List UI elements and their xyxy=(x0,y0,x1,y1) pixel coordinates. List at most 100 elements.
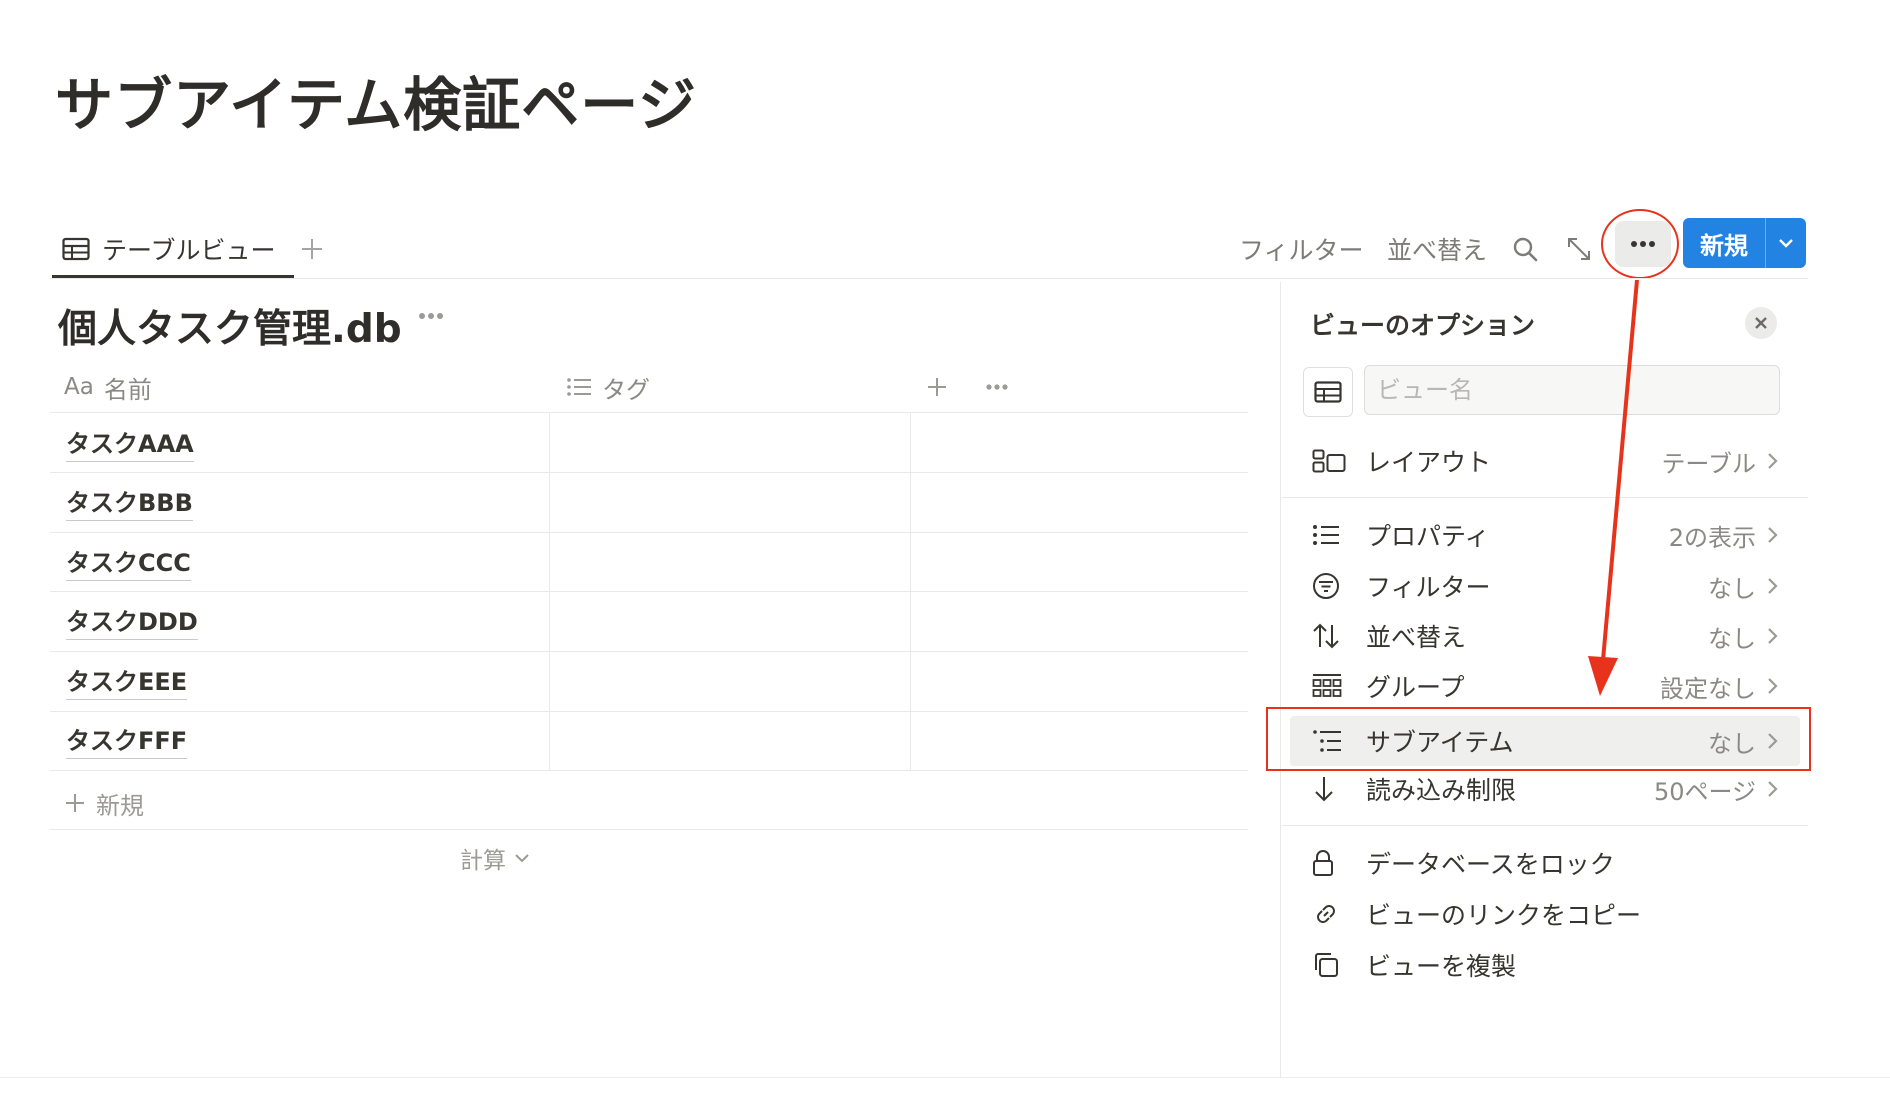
chevron-right-icon xyxy=(1766,452,1782,470)
column-label: 名前 xyxy=(103,375,152,404)
duplicate-view-action[interactable]: ビューを複製 xyxy=(1290,940,1800,990)
bottom-divider xyxy=(0,1077,1890,1078)
chevron-right-icon xyxy=(1766,677,1782,695)
calculate-button[interactable]: 計算 xyxy=(460,836,530,880)
group-icon xyxy=(1312,673,1352,699)
action-label: ビューを複製 xyxy=(1366,952,1517,981)
new-button-label: 新規 xyxy=(1700,231,1748,260)
option-label: 並べ替え xyxy=(1366,623,1467,652)
option-label: 読み込み制限 xyxy=(1366,776,1517,805)
row-divider xyxy=(50,591,1248,592)
option-value: テーブル xyxy=(1661,449,1756,478)
chevron-right-icon xyxy=(1766,526,1782,544)
chevron-down-icon xyxy=(514,853,530,863)
search-icon xyxy=(1512,236,1538,262)
calc-label: 計算 xyxy=(460,848,506,874)
add-view-button[interactable] xyxy=(300,222,324,276)
option-value: なし xyxy=(1708,624,1756,653)
table-icon xyxy=(62,237,90,261)
column-label: タグ xyxy=(602,375,650,404)
layout-icon xyxy=(1312,449,1352,473)
database-more-button[interactable] xyxy=(418,312,444,320)
option-label: プロパティ xyxy=(1366,522,1490,551)
new-dropdown-button[interactable] xyxy=(1765,218,1806,268)
sort-option[interactable]: 並べ替え なし xyxy=(1290,611,1800,661)
panel-title: ビューのオプション xyxy=(1310,311,1536,340)
option-value: 50ページ xyxy=(1653,777,1756,806)
toolbar-divider xyxy=(50,278,1808,279)
chevron-right-icon xyxy=(1766,780,1782,798)
properties-option[interactable]: プロパティ 2の表示 xyxy=(1290,510,1800,560)
action-label: ビューのリンクをコピー xyxy=(1366,901,1642,930)
list-icon xyxy=(566,376,592,398)
database-title[interactable]: 個人タスク管理.db xyxy=(58,298,402,354)
row-divider xyxy=(50,472,1248,473)
new-button[interactable]: 新規 xyxy=(1683,218,1806,268)
filter-button[interactable]: フィルター xyxy=(1239,222,1364,276)
filter-icon xyxy=(1312,572,1352,600)
panel-divider xyxy=(1282,497,1808,498)
load-limit-option[interactable]: 読み込み制限 50ページ xyxy=(1290,764,1800,814)
table-icon xyxy=(1314,381,1342,403)
row-name-cell[interactable]: タスクEEE xyxy=(66,662,188,700)
tab-table-view[interactable]: テーブルビュー xyxy=(62,222,276,276)
properties-icon xyxy=(1312,524,1352,546)
column-divider xyxy=(910,412,911,770)
close-panel-button[interactable] xyxy=(1745,307,1777,339)
table-row[interactable]: タスクEEE xyxy=(66,652,188,710)
annotation-circle xyxy=(1601,209,1679,279)
layout-option[interactable]: レイアウト テーブル xyxy=(1290,436,1800,486)
panel-divider xyxy=(1282,825,1808,826)
row-name-cell[interactable]: タスクDDD xyxy=(66,602,198,640)
expand-button[interactable] xyxy=(1566,222,1592,276)
text-type-icon: Aa xyxy=(64,374,94,400)
option-label: フィルター xyxy=(1366,573,1491,602)
row-name-cell[interactable]: タスクAAA xyxy=(66,424,194,462)
add-row-button[interactable]: 新規 xyxy=(64,776,144,830)
row-name-cell[interactable]: タスクBBB xyxy=(66,483,193,521)
chevron-right-icon xyxy=(1766,577,1782,595)
view-name-input[interactable] xyxy=(1364,365,1780,415)
table-row[interactable]: タスクBBB xyxy=(66,473,193,531)
group-option[interactable]: グループ 設定なし xyxy=(1290,661,1800,711)
column-header-name[interactable]: Aa 名前 xyxy=(64,362,152,412)
page-title: サブアイテム検証ページ xyxy=(55,71,698,139)
copy-view-link-action[interactable]: ビューのリンクをコピー xyxy=(1290,889,1800,939)
table-row[interactable]: タスクFFF xyxy=(66,711,188,769)
sort-button[interactable]: 並べ替え xyxy=(1387,222,1487,276)
table-header-border xyxy=(50,412,1248,413)
action-label: データベースをロック xyxy=(1366,850,1615,879)
option-value: 設定なし xyxy=(1660,674,1756,703)
chevron-down-icon xyxy=(1778,238,1794,248)
link-icon xyxy=(1312,900,1352,928)
expand-icon xyxy=(1566,236,1592,262)
column-more-button[interactable] xyxy=(985,362,1009,412)
column-header-tag[interactable]: タグ xyxy=(566,362,650,412)
option-value: 2の表示 xyxy=(1668,523,1756,552)
chevron-right-icon xyxy=(1766,627,1782,645)
annotation-highlight-box xyxy=(1266,707,1811,771)
row-divider xyxy=(50,651,1248,652)
row-name-cell[interactable]: タスクCCC xyxy=(66,543,191,581)
plus-icon xyxy=(64,792,86,814)
filter-option[interactable]: フィルター なし xyxy=(1290,561,1800,611)
row-divider xyxy=(50,770,1248,771)
lock-database-action[interactable]: データベースをロック xyxy=(1290,838,1800,888)
load-limit-icon xyxy=(1312,775,1352,803)
lock-icon xyxy=(1312,849,1352,877)
more-horizontal-icon xyxy=(418,312,444,320)
row-name-cell[interactable]: タスクFFF xyxy=(66,721,188,759)
sort-icon xyxy=(1312,623,1352,649)
view-icon-button[interactable] xyxy=(1303,367,1353,417)
search-button[interactable] xyxy=(1512,222,1538,276)
option-label: レイアウト xyxy=(1366,448,1492,477)
add-property-button[interactable] xyxy=(926,362,948,412)
option-label: グループ xyxy=(1366,673,1465,702)
table-row[interactable]: タスクDDD xyxy=(66,592,198,650)
table-row[interactable]: タスクAAA xyxy=(66,414,194,472)
add-row-label: 新規 xyxy=(96,791,144,820)
table-row[interactable]: タスクCCC xyxy=(66,533,191,591)
tab-label: テーブルビュー xyxy=(102,236,276,265)
duplicate-icon xyxy=(1312,951,1352,979)
row-divider xyxy=(50,711,1248,712)
